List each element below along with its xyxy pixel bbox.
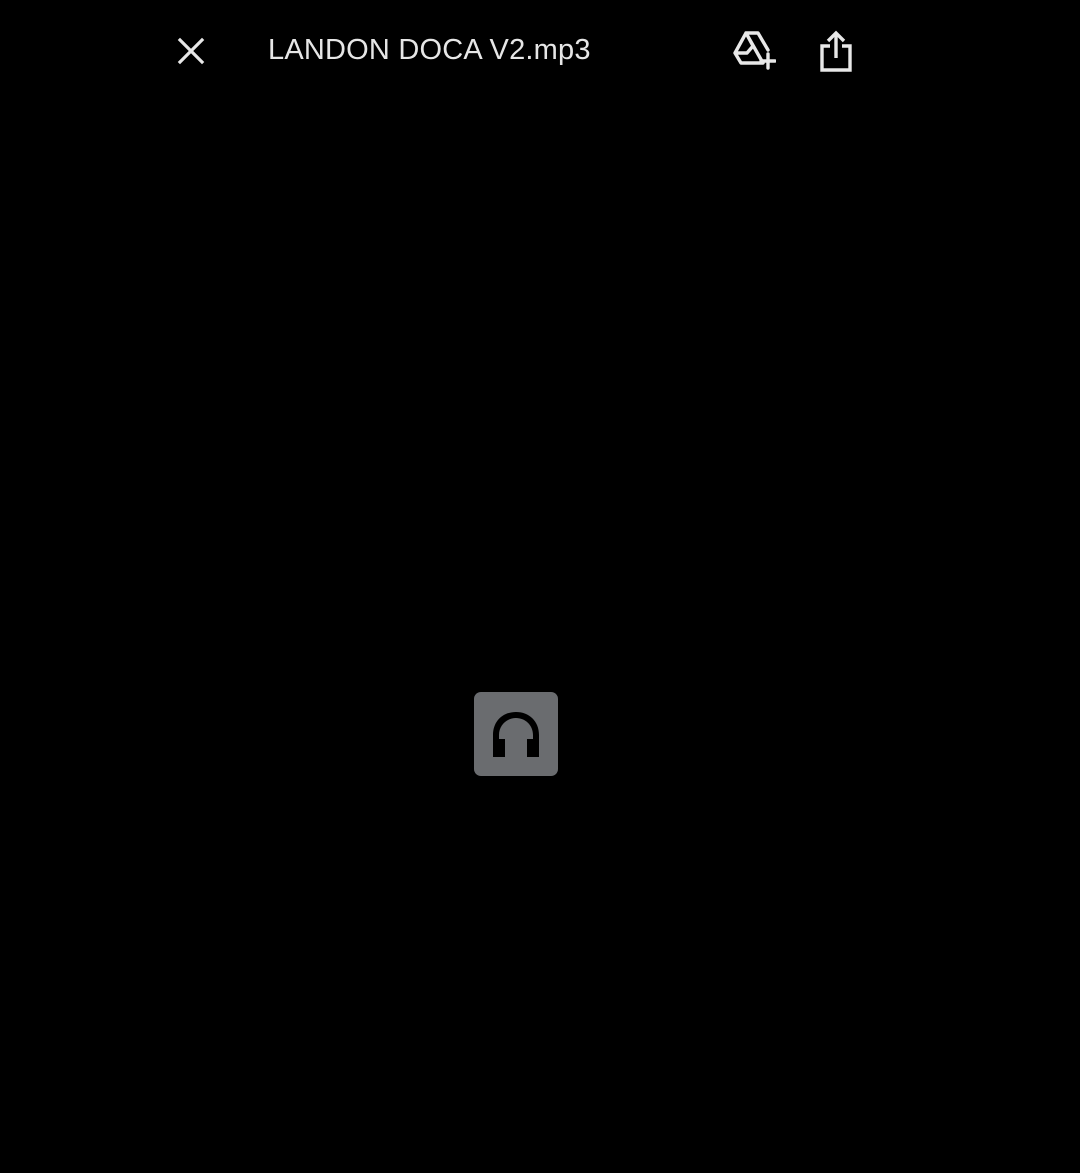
close-icon (177, 37, 205, 65)
share-icon (820, 30, 852, 72)
share-button[interactable] (810, 24, 862, 78)
add-to-drive-button[interactable] (728, 24, 780, 76)
close-button[interactable] (166, 26, 216, 76)
audio-preview-area (0, 100, 1080, 1173)
file-title: LANDON DOCA V2.mp3 (268, 34, 591, 66)
top-toolbar: LANDON DOCA V2.mp3 (0, 0, 1080, 100)
headphones-icon (493, 712, 539, 757)
add-to-drive-icon (733, 31, 776, 70)
audio-file-thumbnail (474, 692, 558, 776)
